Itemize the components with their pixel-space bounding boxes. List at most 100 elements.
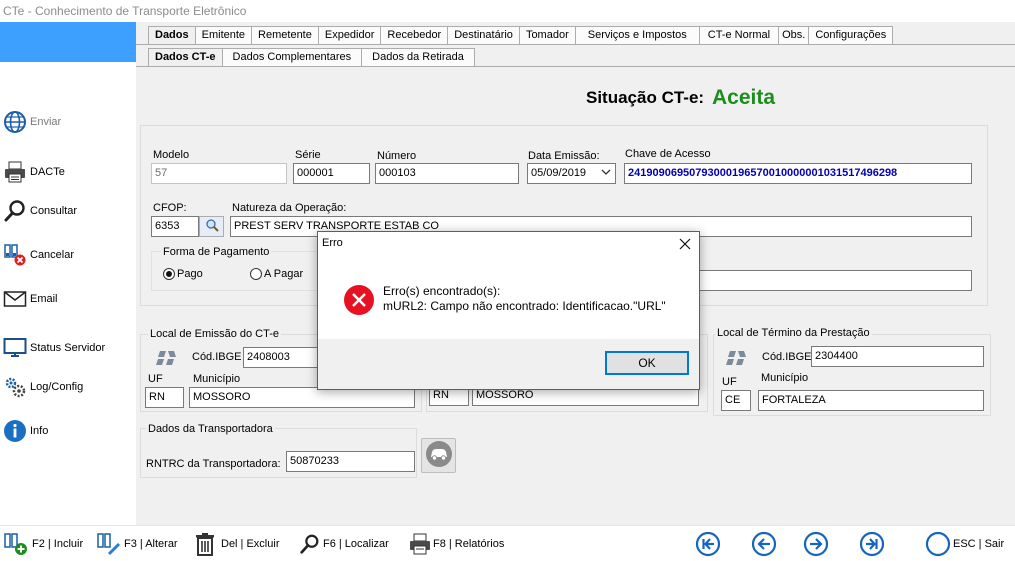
first-record-button[interactable] [695, 531, 721, 557]
bottom-toolbar: F2 | Incluir F3 | Alterar Del | Excluir … [0, 525, 1015, 561]
transportadora-title: Dados da Transportadora [146, 423, 275, 435]
tab-dados-cte[interactable]: Dados CT-e [148, 48, 223, 67]
termino-municipio-label: Município [761, 372, 809, 384]
sidebar-item-cancelar[interactable]: Cancelar [2, 241, 74, 269]
excluir-button[interactable]: Del | Excluir [192, 531, 279, 557]
modelo-field[interactable]: 57 [151, 163, 287, 184]
data-emissao-label: Data Emissão: [528, 150, 600, 162]
cfop-search-button[interactable] [199, 216, 224, 237]
sair-label: ESC | Sair [953, 538, 1005, 550]
sidebar-item-label: DACTe [30, 166, 65, 178]
vehicle-button[interactable] [421, 438, 456, 473]
error-icon [343, 284, 375, 319]
emissao-ibge-label: Cód.IBGE [192, 351, 242, 363]
numero-field[interactable]: 000103 [375, 163, 519, 184]
sidebar-item-label: Log/Config [30, 381, 84, 393]
tab-obs[interactable]: Obs. [778, 26, 810, 45]
sair-button[interactable]: ESC | Sair [925, 531, 1004, 557]
natureza-label: Natureza da Operação: [232, 202, 347, 214]
edit-doc-icon [96, 531, 122, 557]
apagar-radio[interactable] [250, 268, 262, 280]
exit-icon [925, 531, 951, 557]
tab-configuracoes[interactable]: Configurações [808, 26, 894, 45]
tab-recebedor[interactable]: Recebedor [380, 26, 449, 45]
tab-cte-normal[interactable]: CT-e Normal [698, 26, 780, 45]
subtab-divider [136, 66, 1015, 67]
cfop-field[interactable]: 6353 [151, 216, 199, 237]
data-emissao-field[interactable]: 05/09/2019 [527, 163, 616, 184]
emissao-title: Local de Emissão do CT-e [148, 328, 282, 340]
trash-icon [192, 531, 218, 557]
tab-tomador[interactable]: Tomador [518, 26, 576, 45]
cancel-doc-icon [2, 242, 28, 268]
globe-icon [2, 109, 28, 135]
excluir-label: Del | Excluir [221, 538, 280, 550]
localizar-button[interactable]: F6 | Localizar [297, 531, 389, 557]
sidebar-item-consultar[interactable]: Consultar [2, 197, 77, 225]
sidebar-item-info[interactable]: Info [2, 417, 48, 445]
previous-record-button[interactable] [751, 531, 777, 557]
sidebar-item-status-servidor[interactable]: Status Servidor [2, 334, 105, 362]
serie-field[interactable]: 000001 [293, 163, 370, 184]
tab-expedidor[interactable]: Expedidor [317, 26, 382, 45]
observacao-field[interactable] [676, 270, 972, 291]
window-title: CTe - Conhecimento de Transporte Eletrôn… [3, 4, 247, 18]
emissao-uf-label: UF [148, 373, 163, 385]
tab-dados[interactable]: Dados [148, 26, 196, 45]
pago-label: Pago [177, 268, 203, 280]
sidebar-item-email[interactable]: Email [2, 285, 58, 313]
last-record-button[interactable] [859, 531, 885, 557]
tab-destinatario[interactable]: Destinatário [447, 26, 520, 45]
main-tabs: Dados Emitente Remetente Expedidor Receb… [148, 26, 894, 45]
tab-emitente[interactable]: Emitente [194, 26, 253, 45]
first-icon [695, 531, 721, 557]
sidebar-item-enviar[interactable]: Enviar [2, 108, 61, 136]
sidebar-header [0, 22, 136, 62]
incluir-button[interactable]: F2 | Incluir [3, 531, 83, 557]
numero-label: Número [377, 150, 417, 162]
tab-remetente[interactable]: Remetente [251, 26, 319, 45]
magnifier-icon [2, 198, 28, 224]
tab-dados-retirada[interactable]: Dados da Retirada [361, 48, 475, 67]
cfop-label: CFOP: [153, 202, 187, 214]
magnifier-icon [297, 531, 323, 557]
sidebar-item-label: Status Servidor [30, 342, 106, 354]
sidebar-item-dacte[interactable]: DACTe [2, 158, 65, 186]
emissao-uf-field[interactable]: RN [145, 387, 184, 408]
close-icon[interactable] [679, 234, 691, 255]
emissao-municipio-label: Município [193, 373, 241, 385]
rntrc-field[interactable]: 50870233 [286, 451, 415, 472]
sidebar: Enviar DACTe Consultar Cancelar Email St… [0, 22, 136, 525]
add-doc-icon [3, 531, 29, 557]
emissao-municipio-field[interactable]: MOSSORO [189, 387, 415, 408]
last-icon [859, 531, 885, 557]
chave-acesso-field[interactable]: 2419090695079300019657001000000103151749… [624, 163, 972, 184]
sidebar-item-label: Enviar [30, 116, 62, 128]
sidebar-item-label: Email [30, 293, 58, 305]
termino-ibge-field[interactable]: 2304400 [811, 346, 984, 367]
chave-acesso-label: Chave de Acesso [625, 148, 711, 160]
sidebar-item-label: Consultar [30, 205, 78, 217]
termino-municipio-field[interactable]: FORTALEZA [758, 390, 984, 411]
next-record-button[interactable] [803, 531, 829, 557]
tab-dados-complementares[interactable]: Dados Complementares [221, 48, 363, 67]
rntrc-label: RNTRC da Transportadora: [146, 458, 281, 470]
envelope-icon [2, 286, 28, 312]
chevron-down-icon[interactable] [601, 166, 611, 181]
sub-tabs: Dados CT-e Dados Complementares Dados da… [148, 48, 475, 67]
dialog-message-line1: Erro(s) encontrado(s): [383, 284, 501, 298]
apagar-label: A Pagar [264, 268, 304, 280]
alterar-label: F3 | Alterar [124, 538, 178, 550]
ok-button[interactable]: OK [605, 351, 689, 375]
termino-uf-field[interactable]: CE [721, 390, 751, 411]
tab-servicos-impostos[interactable]: Serviços e Impostos [574, 26, 700, 45]
relatorios-button[interactable]: F8 | Relatórios [407, 531, 504, 557]
pago-radio[interactable] [163, 268, 175, 280]
pagamento-label: Forma de Pagamento [161, 246, 272, 258]
dialog-footer: OK [318, 339, 699, 389]
serie-label: Série [295, 149, 321, 161]
map-pin-icon [726, 349, 748, 370]
monitor-icon [2, 335, 28, 361]
sidebar-item-log-config[interactable]: Log/Config [2, 373, 83, 401]
alterar-button[interactable]: F3 | Alterar [96, 531, 178, 557]
